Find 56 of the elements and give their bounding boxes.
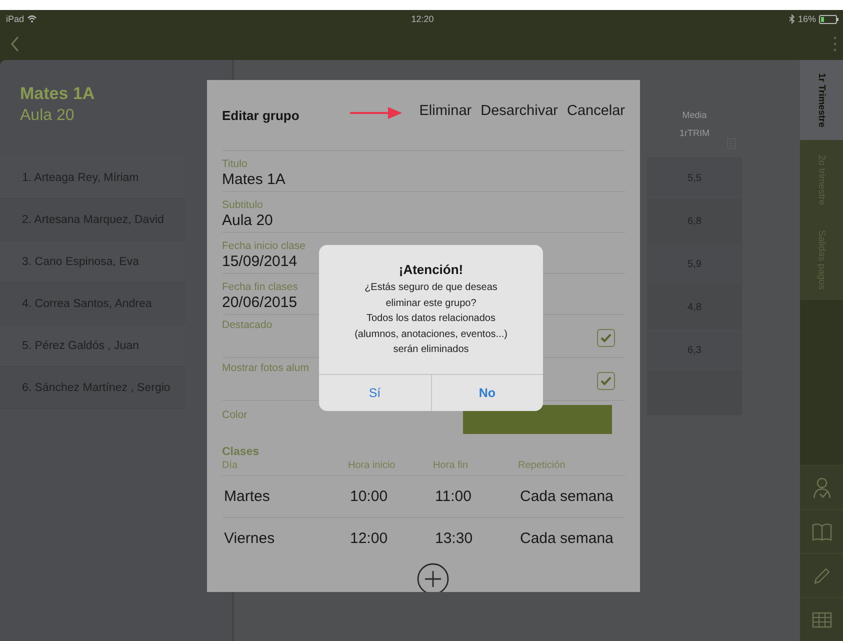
pointer-arrow bbox=[350, 107, 402, 119]
table-cell-text: Cada semana bbox=[520, 488, 614, 505]
column-header: Hora inicio bbox=[348, 460, 396, 471]
table-cell-text: 13:30 bbox=[435, 530, 474, 547]
checkbox[interactable] bbox=[597, 329, 615, 347]
column-subheader: 1rTRIM bbox=[680, 128, 710, 138]
bluetooth-icon bbox=[788, 14, 795, 24]
table-cell-text: Cada semana bbox=[520, 530, 614, 547]
battery-percentage: 16% bbox=[798, 14, 816, 24]
checkmark-icon bbox=[600, 376, 612, 386]
section-title: Clases bbox=[222, 446, 260, 458]
tool-button[interactable] bbox=[800, 509, 843, 553]
field-label: Titulo bbox=[222, 158, 248, 170]
field-label: Subtitulo bbox=[222, 199, 263, 211]
field-label: Destacado bbox=[222, 319, 272, 331]
table-cell-text: 12:00 bbox=[350, 530, 389, 547]
field-label: Fecha inicio clase bbox=[222, 240, 306, 252]
tool-button[interactable] bbox=[800, 553, 843, 597]
person-icon bbox=[812, 476, 832, 498]
table-icon bbox=[812, 612, 832, 628]
clock: 12:20 bbox=[411, 14, 434, 24]
more-icon[interactable] bbox=[833, 36, 837, 52]
wifi-icon bbox=[27, 15, 38, 23]
pencil-icon bbox=[812, 566, 830, 584]
table-cell-text: 10:00 bbox=[350, 488, 389, 505]
column-header: Hora fin bbox=[433, 460, 470, 471]
dialog-title: Editar grupo bbox=[222, 108, 300, 122]
add-icon[interactable] bbox=[417, 563, 449, 592]
field-label: Mostrar fotos alum bbox=[222, 362, 309, 374]
field-value[interactable]: Aula 20 bbox=[222, 212, 625, 229]
tool-button[interactable] bbox=[800, 465, 843, 509]
back-icon[interactable] bbox=[10, 36, 20, 52]
checkmark-icon bbox=[600, 333, 612, 343]
field-label: Color bbox=[222, 409, 248, 421]
field-value[interactable]: Mates 1A bbox=[222, 171, 625, 188]
term-tab[interactable]: 1r Trimestre bbox=[800, 60, 843, 140]
table-cell-text: 11:00 bbox=[435, 488, 472, 505]
field-label: Fecha fin clases bbox=[222, 281, 298, 293]
device-name: iPad bbox=[6, 14, 24, 24]
book-icon bbox=[812, 522, 832, 540]
alert-button[interactable]: Sí bbox=[319, 375, 430, 411]
dialog-action[interactable]: Cancelar bbox=[566, 103, 625, 119]
column-header: Día bbox=[222, 460, 239, 471]
alert-button[interactable]: No bbox=[430, 375, 543, 411]
table-cell-text: Viernes bbox=[224, 530, 276, 547]
tool-button[interactable] bbox=[800, 597, 843, 641]
battery-icon bbox=[819, 14, 839, 24]
alert-title: ¡Atención! bbox=[398, 262, 464, 277]
table-cell-text: Martes bbox=[224, 488, 271, 505]
checkbox[interactable] bbox=[597, 372, 615, 390]
dialog-action[interactable]: Eliminar bbox=[419, 103, 472, 119]
dialog-action[interactable]: Desarchivar bbox=[480, 103, 558, 119]
alert-message: ¿Estás seguro de que deseas eliminar este grupo? Todos los datos relacionados (alumnos, anotaciones, eventos...) serán eliminados bbox=[354, 281, 508, 357]
group-title: Mates 1A bbox=[20, 84, 96, 104]
column-header: Media bbox=[682, 110, 707, 120]
column-header: Repetición bbox=[518, 460, 566, 471]
